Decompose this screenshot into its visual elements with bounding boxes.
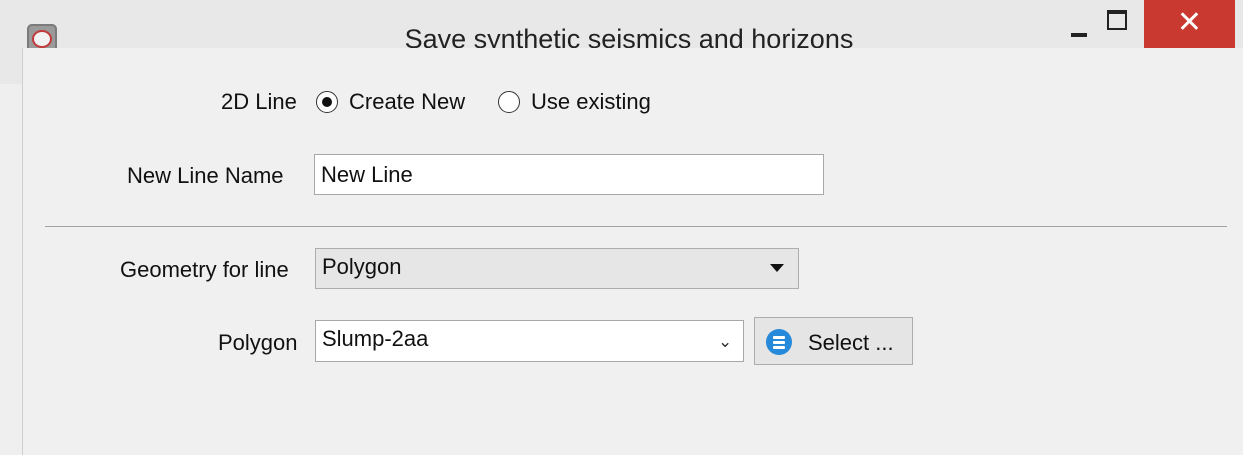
minimize-icon: [1071, 33, 1087, 37]
geometry-label: Geometry for line: [120, 257, 289, 282]
maximize-icon: [1107, 10, 1127, 30]
polygon-label: Polygon: [218, 330, 298, 355]
geometry-value: Polygon: [322, 254, 402, 279]
select-polygon-button[interactable]: Select ...: [754, 317, 913, 365]
close-icon: ✕: [1176, 6, 1203, 39]
radio-create-new-label[interactable]: Create New: [349, 89, 465, 115]
radio-use-existing-label[interactable]: Use existing: [531, 89, 651, 115]
list-icon: [766, 329, 792, 355]
polygon-dropdown[interactable]: Slump-2aa ⌄: [315, 320, 744, 362]
geometry-dropdown[interactable]: Polygon: [315, 248, 799, 289]
maximize-button[interactable]: [1092, 0, 1142, 48]
dropdown-arrow-icon: [770, 264, 784, 272]
close-button[interactable]: ✕: [1144, 0, 1235, 48]
select-button-label: Select ...: [808, 330, 894, 355]
new-line-name-label: New Line Name: [127, 163, 284, 188]
dialog-window: Save synthetic seismics and horizons ✕ 2…: [0, 0, 1243, 455]
chevron-down-icon: ⌄: [718, 332, 733, 351]
polygon-value: Slump-2aa: [322, 326, 429, 351]
radio-use-existing[interactable]: [498, 91, 520, 113]
separator: [45, 226, 1227, 227]
new-line-name-input[interactable]: [314, 154, 824, 195]
line-mode-label: 2D Line: [221, 89, 297, 114]
radio-create-new[interactable]: [316, 91, 338, 113]
dialog-content: 2D Line Create New Use existing New Line…: [22, 48, 1243, 455]
radio-selected-dot: [322, 97, 332, 107]
